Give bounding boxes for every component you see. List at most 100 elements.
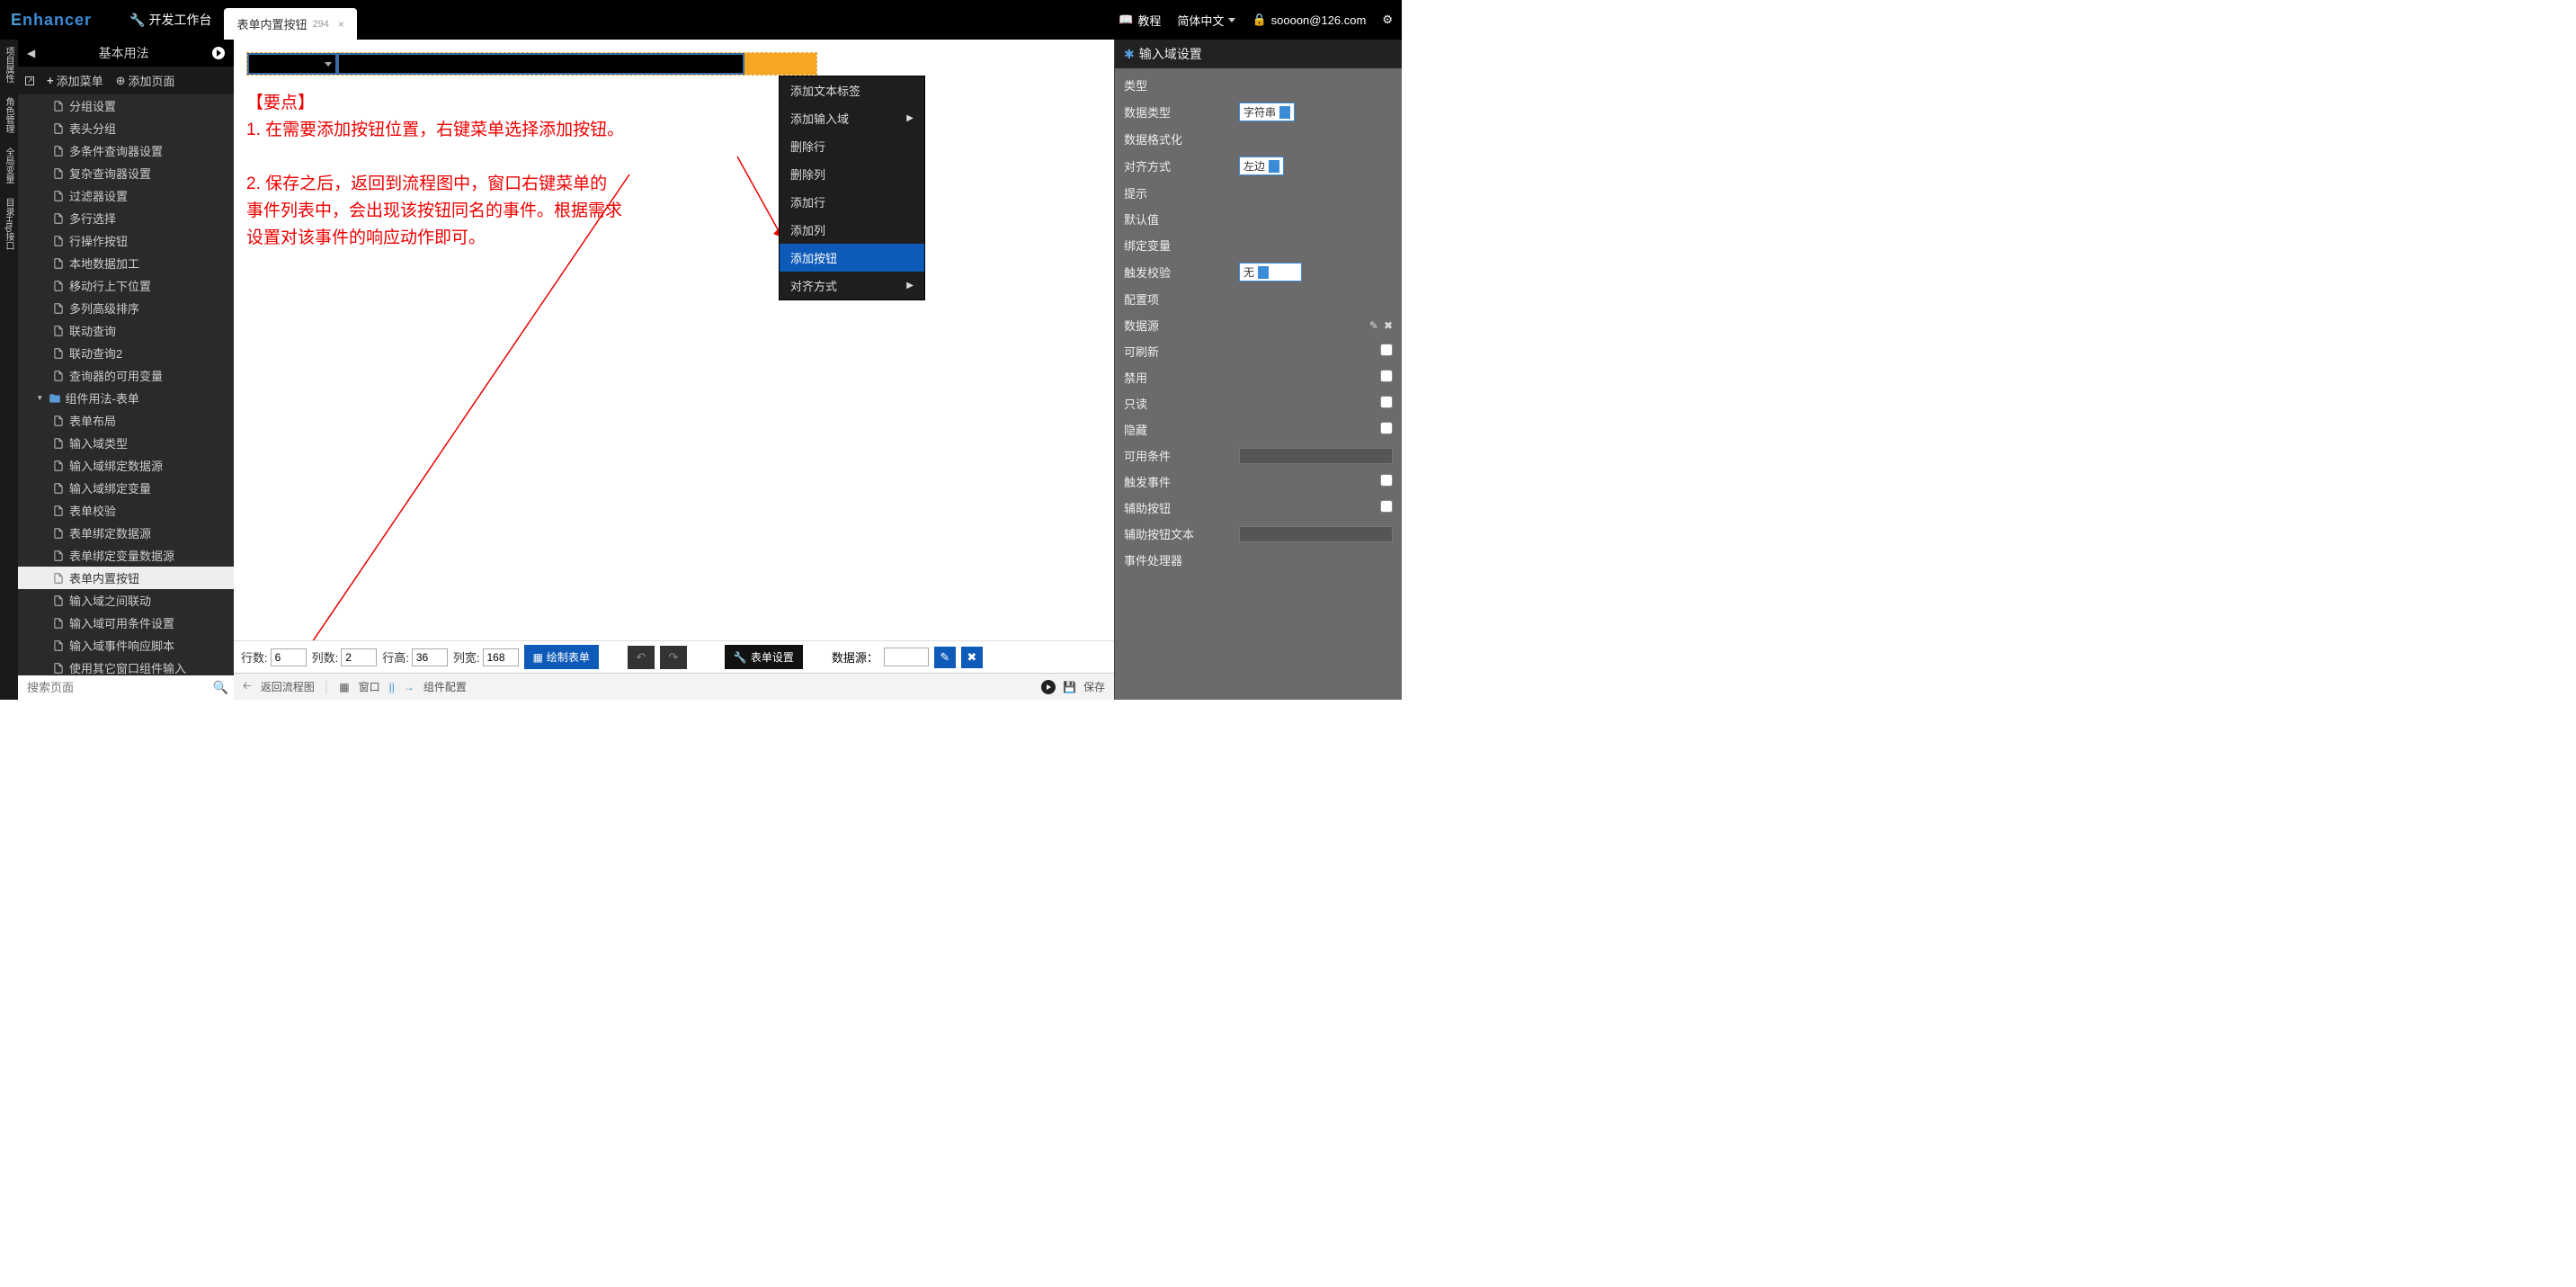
tree-label: 联动查询2 [69, 344, 122, 362]
back-arrow-icon[interactable]: 🡠 [243, 677, 252, 696]
tree-file[interactable]: 输入域类型 [18, 432, 234, 454]
tree-file[interactable]: 本地数据加工 [18, 252, 234, 274]
tree-file[interactable]: 多列高级排序 [18, 297, 234, 319]
tree-file[interactable]: 联动查询2 [18, 342, 234, 364]
property-row: 辅助按钮 [1124, 495, 1393, 521]
play-icon[interactable] [1041, 680, 1056, 694]
datasource-input[interactable] [884, 648, 929, 666]
colwidth-input[interactable] [483, 648, 519, 666]
tree-file[interactable]: 输入域之间联动 [18, 589, 234, 612]
context-menu-item[interactable]: 对齐方式▶ [780, 272, 924, 299]
tree-label: 输入域之间联动 [69, 592, 151, 609]
tree-file[interactable]: 表单绑定数据源 [18, 522, 234, 544]
tree-file[interactable]: 使用其它窗口组件输入 [18, 657, 234, 675]
context-menu-item[interactable]: 添加行 [780, 188, 924, 216]
tree-file[interactable]: 过滤器设置 [18, 184, 234, 207]
user-menu[interactable]: 🔒 soooon@126.com [1252, 13, 1366, 27]
form-row[interactable] [246, 52, 817, 76]
cols-input[interactable] [341, 648, 377, 666]
tree-file[interactable]: 表单绑定变量数据源 [18, 544, 234, 567]
datasource-edit-button[interactable]: ✎ [934, 647, 956, 668]
tree-file[interactable]: 输入域可用条件设置 [18, 612, 234, 634]
property-input[interactable] [1239, 526, 1393, 542]
form-settings-button[interactable]: 🔧 表单设置 [725, 645, 803, 669]
property-checkbox[interactable] [1380, 344, 1393, 356]
back-to-flow[interactable]: 返回流程图 [261, 679, 315, 694]
redo-button[interactable]: ↷ [660, 646, 687, 669]
select-caret-icon [1279, 106, 1290, 119]
property-select[interactable]: 左边 [1239, 156, 1284, 175]
back-icon[interactable]: ◀ [27, 47, 35, 59]
tree-file[interactable]: 复杂查询器设置 [18, 162, 234, 184]
rows-input[interactable] [271, 648, 307, 666]
property-select[interactable]: 字符串 [1239, 103, 1295, 121]
datasource-clear-button[interactable]: ✖ [961, 647, 983, 668]
tree-file[interactable]: 多条件查询器设置 [18, 139, 234, 162]
tree-file[interactable]: 表单布局 [18, 409, 234, 432]
tree-file[interactable]: 表头分组 [18, 117, 234, 139]
tree-file[interactable]: 表单内置按钮 [18, 567, 234, 589]
tree-file[interactable]: 行操作按钮 [18, 229, 234, 252]
vtab-project-props[interactable]: 项目属性 [0, 40, 18, 90]
tree-file[interactable]: 联动查询 [18, 319, 234, 342]
selected-cell[interactable] [744, 53, 816, 75]
tree-file[interactable]: 输入域事件响应脚本 [18, 634, 234, 657]
vtab-globals[interactable]: 全局变量 [0, 140, 18, 191]
tab-label: 表单内置按钮 [236, 15, 307, 32]
settings-button[interactable]: ⚙ [1382, 13, 1393, 27]
dev-workbench-button[interactable]: 🔧 开发工作台 [129, 11, 211, 29]
canvas[interactable]: 添加文本标签添加输入域▶删除行删除列添加行添加列添加按钮对齐方式▶ 【要点】 1… [234, 40, 1114, 640]
tree-label: 输入域绑定数据源 [69, 457, 163, 474]
close-icon[interactable]: × [338, 18, 344, 31]
add-page-button[interactable]: ⊕添加页面 [116, 72, 175, 89]
vtab-role-mgmt[interactable]: 角色管理 [0, 90, 18, 140]
bc-component-config[interactable]: 组件配置 [423, 679, 467, 694]
property-input[interactable] [1239, 448, 1393, 464]
tree-file[interactable]: 分组设置 [18, 94, 234, 117]
property-checkbox[interactable] [1380, 370, 1393, 382]
tree-folder[interactable]: ▾组件用法-表单 [18, 387, 234, 409]
tree-file[interactable]: 移动行上下位置 [18, 274, 234, 297]
context-menu-item[interactable]: 添加按钮 [780, 244, 924, 272]
context-menu-item[interactable]: 添加列 [780, 216, 924, 244]
clear-icon[interactable]: ✖ [1384, 319, 1393, 332]
vtab-http[interactable]: 目录Http接口 [0, 191, 18, 257]
tutorial-label: 教程 [1137, 12, 1161, 29]
save-button[interactable]: 保存 [1083, 679, 1105, 694]
language-selector[interactable]: 简体中文 [1177, 12, 1235, 29]
search-icon[interactable]: 🔍 [213, 680, 228, 695]
page-tree[interactable]: 分组设置表头分组多条件查询器设置复杂查询器设置过滤器设置多行选择行操作按钮本地数… [18, 94, 234, 675]
draw-form-button[interactable]: ▦ 绘制表单 [524, 645, 599, 669]
property-checkbox[interactable] [1380, 474, 1393, 487]
undo-button[interactable]: ↶ [628, 646, 655, 669]
property-checkbox[interactable] [1380, 396, 1393, 408]
context-menu-item[interactable]: 添加输入域▶ [780, 104, 924, 132]
bc-window[interactable]: 窗口 [359, 679, 380, 694]
context-menu-item[interactable]: 添加文本标签 [780, 76, 924, 104]
tree-file[interactable]: 输入域绑定变量 [18, 477, 234, 499]
tree-file[interactable]: 输入域绑定数据源 [18, 454, 234, 477]
tree-file[interactable]: 多行选择 [18, 207, 234, 229]
search-input[interactable] [23, 677, 213, 698]
context-menu-label: 添加按钮 [790, 249, 837, 266]
rowheight-input[interactable] [412, 648, 448, 666]
tree-file[interactable]: 表单校验 [18, 499, 234, 522]
context-menu-item[interactable]: 删除行 [780, 132, 924, 160]
tree-label: 输入域可用条件设置 [69, 614, 174, 631]
tree-label: 查询器的可用变量 [69, 367, 163, 384]
dropdown-cell[interactable] [247, 53, 337, 75]
tree-file[interactable]: 查询器的可用变量 [18, 364, 234, 387]
tab-form-button[interactable]: 表单内置按钮 294 × [224, 8, 356, 40]
tree-label: 组件用法-表单 [66, 389, 139, 407]
property-checkbox[interactable] [1380, 500, 1393, 513]
property-checkbox[interactable] [1380, 422, 1393, 434]
play-icon[interactable] [212, 47, 225, 59]
add-menu-button[interactable]: +添加菜单 [47, 72, 103, 89]
context-menu-item[interactable]: 删除列 [780, 160, 924, 188]
property-row: 触发校验无 [1124, 258, 1393, 286]
property-select[interactable]: 无 [1239, 263, 1302, 282]
expand-icon[interactable] [25, 76, 34, 85]
tutorial-link[interactable]: 📖 教程 [1119, 12, 1161, 29]
input-cell[interactable] [337, 53, 744, 75]
edit-icon[interactable]: ✎ [1369, 319, 1378, 332]
